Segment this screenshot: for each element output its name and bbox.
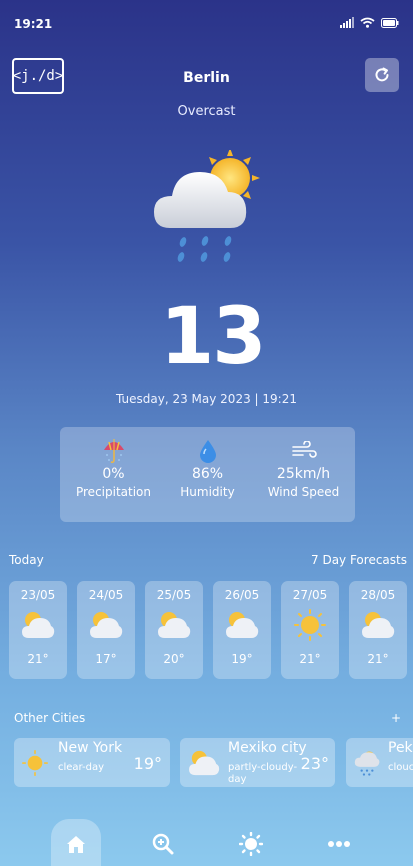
forecast-date: 25/05: [156, 588, 192, 602]
status-icons: [340, 17, 399, 28]
city-card-partial[interactable]: Pek clouc: [346, 738, 413, 787]
forecast-temp: 21°: [299, 652, 321, 666]
city-card-name: New York: [58, 740, 123, 756]
wind-icon: [291, 441, 317, 458]
partly-cloudy-icon: [22, 612, 55, 638]
sun-icon: [294, 609, 326, 641]
umbrella-icon: [103, 439, 124, 464]
temperature-degree: °: [236, 300, 254, 341]
battery-icon: [381, 17, 399, 28]
partly-cloudy-icon: [226, 612, 259, 638]
forecast-date: 23/05: [20, 588, 56, 602]
refresh-icon: [375, 67, 389, 82]
forecast-temp: 21°: [27, 652, 49, 666]
forecast-temp: 17°: [95, 652, 117, 666]
city-card-new-york[interactable]: New York clear-day 19°: [14, 738, 170, 787]
partly-cloudy-icon: [362, 612, 395, 638]
city-card-temp: 23°: [300, 754, 329, 773]
forecast-date: 27/05: [292, 588, 328, 602]
stat-precipitation: 0% Precipitation: [66, 437, 161, 499]
wifi-icon: [360, 17, 375, 28]
refresh-button[interactable]: [365, 58, 399, 92]
status-bar: 19:21: [0, 0, 413, 44]
wind-label: Wind Speed: [267, 485, 340, 499]
search-icon[interactable]: [152, 833, 174, 855]
forecast-temp: 21°: [367, 652, 389, 666]
more-icon[interactable]: [328, 840, 350, 848]
sun-nav-icon[interactable]: [239, 832, 263, 856]
forecast-day-card[interactable]: 24/05 17°: [77, 581, 135, 679]
rain-cloud-icon: [354, 751, 380, 776]
city-card-name: Pek: [388, 740, 413, 756]
forecast-temp: 19°: [231, 652, 253, 666]
city-card-desc: partly-cloudy-day: [228, 762, 298, 785]
city-card-desc: clear-day: [58, 762, 105, 773]
precipitation-value: 0%: [102, 466, 125, 482]
city-card-temp: 19°: [133, 754, 162, 773]
weather-stats-panel: 0% Precipitation 86% Humidity 25km/h Win…: [60, 427, 355, 522]
stat-humidity: 86% Humidity: [160, 437, 255, 499]
city-card-name: Mexiko city: [228, 740, 307, 756]
other-cities-label: Other Cities: [14, 711, 86, 725]
status-time: 19:21: [14, 17, 53, 31]
forecast-date: 24/05: [88, 588, 124, 602]
partly-cloudy-icon: [189, 750, 220, 776]
weather-condition: Overcast: [177, 104, 236, 119]
forecast-temp: 20°: [163, 652, 185, 666]
forecast-day-card[interactable]: 23/05 21°: [9, 581, 67, 679]
precipitation-label: Precipitation: [75, 485, 151, 499]
forecast-day-card[interactable]: 25/05 20°: [145, 581, 203, 679]
city-card-desc: clouc: [388, 762, 413, 773]
forecast-day-card[interactable]: 26/05 19°: [213, 581, 271, 679]
humidity-label: Humidity: [180, 485, 235, 499]
partly-cloudy-icon: [158, 612, 191, 638]
sun-icon: [22, 750, 48, 776]
add-city-button[interactable]: +: [391, 711, 401, 725]
water-drop-icon: [199, 440, 216, 463]
partly-cloudy-icon: [90, 612, 123, 638]
seven-day-forecast-link[interactable]: 7 Day Forecasts: [311, 553, 407, 567]
stat-wind: 25km/h Wind Speed: [256, 437, 351, 499]
city-card-mexico-city[interactable]: Mexiko city partly-cloudy-day 23°: [180, 738, 335, 787]
forecast-day-card[interactable]: 27/05 21°: [281, 581, 339, 679]
wind-value: 25km/h: [276, 466, 331, 482]
home-icon[interactable]: [65, 834, 87, 854]
forecast-day-card[interactable]: 28/05 21°: [349, 581, 407, 679]
signal-icon: [340, 17, 354, 28]
current-datetime: Tuesday, 23 May 2023 | 19:21: [116, 392, 297, 406]
city-name: Berlin: [183, 70, 230, 86]
forecast-date: 26/05: [224, 588, 260, 602]
forecast-date: 28/05: [360, 588, 396, 602]
today-label[interactable]: Today: [9, 553, 44, 567]
humidity-value: 86%: [191, 466, 224, 482]
rain-cloud-sun-icon: [154, 150, 260, 262]
bottom-nav: [0, 820, 413, 866]
